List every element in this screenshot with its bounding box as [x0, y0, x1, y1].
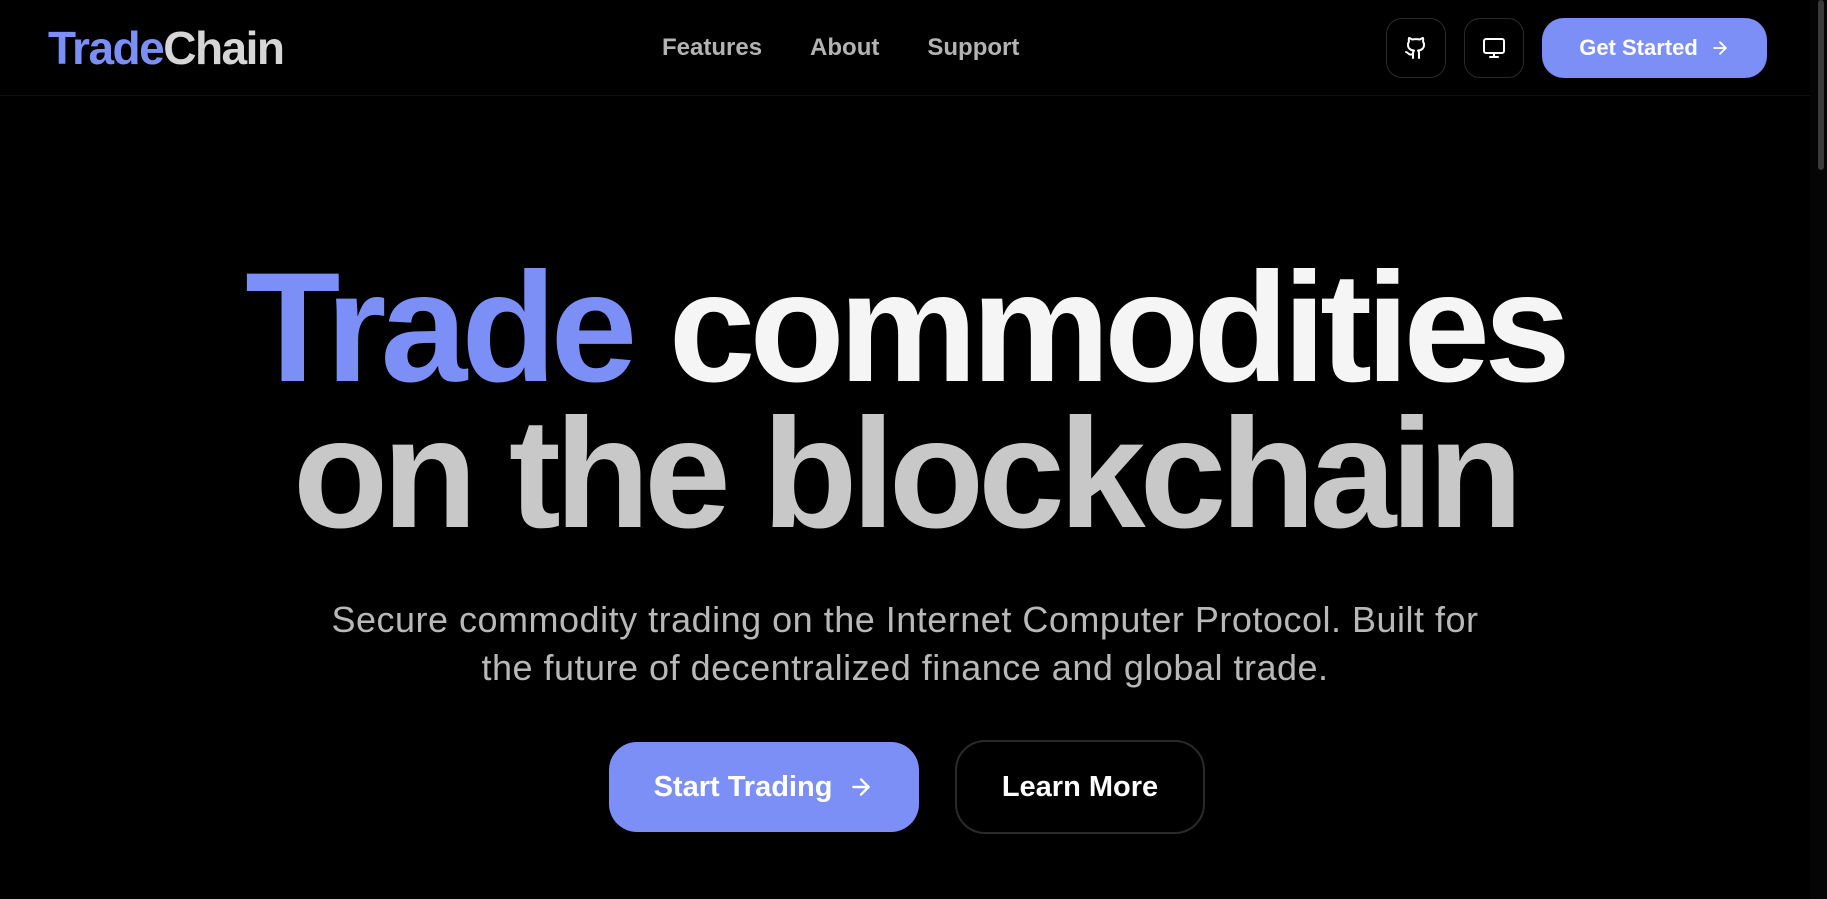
learn-more-label: Learn More	[1001, 770, 1159, 803]
nav-link-features[interactable]: Features	[662, 34, 762, 62]
hero-title: Trade commodities on the blockchain	[0, 250, 1810, 552]
github-button[interactable]	[1386, 18, 1446, 78]
github-icon	[1405, 37, 1426, 59]
logo-rest-text: Chain	[163, 22, 285, 74]
display-mode-button[interactable]	[1464, 18, 1524, 78]
logo-accent-text: Trade	[48, 22, 165, 74]
get-started-label: Get Started	[1579, 35, 1698, 60]
start-trading-button[interactable]: Start Trading	[609, 742, 919, 832]
scrollbar-thumb[interactable]	[1818, 0, 1824, 170]
arrow-right-icon	[852, 778, 871, 796]
monitor-icon	[1483, 38, 1505, 58]
main-nav: Features About Support	[662, 34, 1019, 62]
nav-link-about[interactable]: About	[810, 34, 879, 62]
site-header: TradeChain Features About Support Get St…	[0, 0, 1810, 96]
hero-subtitle: Secure commodity trading on the Internet…	[331, 599, 1479, 688]
nav-link-support[interactable]: Support	[927, 34, 1019, 62]
start-trading-label: Start Trading	[653, 770, 833, 803]
hero-title-line2: on the blockchain	[292, 387, 1523, 561]
get-started-button[interactable]: Get Started	[1542, 18, 1767, 78]
logo[interactable]: TradeChain	[48, 22, 285, 74]
arrow-right-icon	[1713, 41, 1727, 55]
page: TradeChain Features About Support Get St…	[0, 0, 1827, 899]
learn-more-button[interactable]: Learn More	[955, 740, 1205, 834]
